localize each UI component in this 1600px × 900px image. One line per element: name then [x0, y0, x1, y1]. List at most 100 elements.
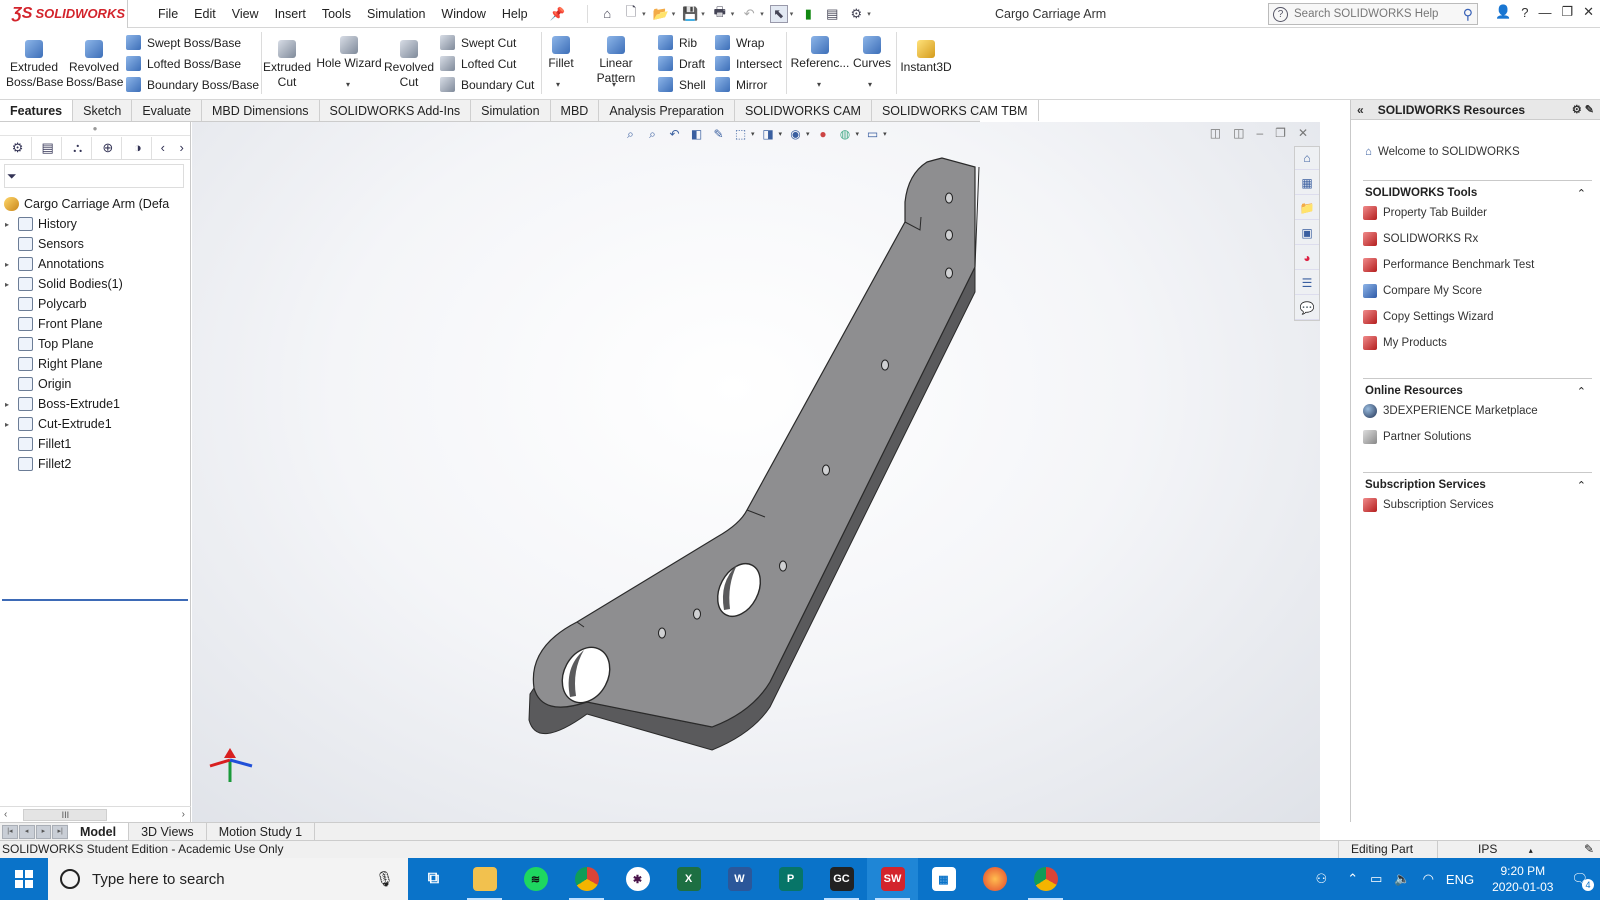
pane-options-icon[interactable]: ⚙ ✎ [1572, 103, 1594, 116]
tab-evaluate[interactable]: Evaluate [132, 100, 202, 121]
wifi-icon[interactable]: ◠ [1423, 871, 1434, 887]
rib-button[interactable]: Rib [658, 35, 697, 50]
open-folder-icon[interactable]: 📂 [652, 5, 670, 23]
curves-button[interactable]: Curves [851, 36, 893, 71]
user-icon[interactable]: 👤 [1495, 4, 1511, 20]
instant3d-button[interactable]: Instant3D [898, 40, 954, 75]
tree-item-front-plane[interactable]: Front Plane [0, 314, 190, 334]
unit-system-selector[interactable]: IPS ▴ [1437, 841, 1552, 859]
swept-boss-button[interactable]: Swept Boss/Base [126, 35, 241, 50]
tab-mbd-dimensions[interactable]: MBD Dimensions [202, 100, 320, 121]
tree-item-cut-extrude1[interactable]: ▸ Cut-Extrude1 [0, 414, 190, 434]
file-properties-icon[interactable]: ▤ [823, 5, 841, 23]
first-tab-icon[interactable]: |◂ [2, 824, 18, 839]
solidworks-app[interactable]: SW [867, 858, 918, 900]
shell-button[interactable]: Shell [658, 77, 706, 92]
tree-item-material[interactable]: Polycarb [0, 294, 190, 314]
menu-edit[interactable]: Edit [186, 0, 224, 28]
chevron-down-icon[interactable]: ▾ [760, 10, 764, 18]
forum-icon[interactable]: 💬 [1295, 297, 1319, 320]
property-manager-icon[interactable]: ▤ [34, 136, 63, 159]
draft-button[interactable]: Draft [658, 56, 705, 71]
extruded-boss-button[interactable]: Extruded Boss/Base [6, 40, 63, 90]
chevron-down-icon[interactable]: ▾ [701, 10, 705, 18]
calculator-app[interactable]: ▦ [918, 858, 969, 900]
linear-pattern-button[interactable]: Linear Pattern [580, 36, 652, 86]
tab-solidworks-cam-tbm[interactable]: SOLIDWORKS CAM TBM [872, 100, 1039, 121]
tab-3d-views[interactable]: 3D Views [129, 822, 207, 841]
chevron-down-icon[interactable]: ▾ [642, 10, 646, 18]
chevron-down-icon[interactable]: ▾ [672, 10, 676, 18]
help-question-icon[interactable]: ? [1521, 5, 1528, 20]
wrap-button[interactable]: Wrap [715, 35, 764, 50]
chevron-down-icon[interactable]: ▾ [868, 80, 872, 89]
panel-grip[interactable]: ● [0, 122, 190, 136]
boundary-cut-button[interactable]: Boundary Cut [440, 77, 534, 92]
menu-file[interactable]: File [150, 0, 186, 28]
clock[interactable]: 9:20 PM 2020-01-03 [1492, 863, 1553, 895]
expand-arrow-icon[interactable]: ▸ [0, 400, 14, 409]
tree-root-part[interactable]: Cargo Carriage Arm (Defa [0, 194, 190, 214]
link-partner-solutions[interactable]: Partner Solutions [1363, 424, 1592, 450]
menu-simulation[interactable]: Simulation [359, 0, 433, 28]
boundary-boss-button[interactable]: Boundary Boss/Base [126, 77, 259, 92]
tree-item-sensors[interactable]: Sensors [0, 234, 190, 254]
language-indicator[interactable]: ENG [1446, 872, 1474, 887]
print-icon[interactable]: 🖶 [711, 4, 729, 23]
chevron-right-icon[interactable]: › [182, 809, 185, 820]
gc-app[interactable]: GC [816, 858, 867, 900]
tree-item-origin[interactable]: Origin [0, 374, 190, 394]
chevron-down-icon[interactable]: ▾ [556, 80, 560, 89]
excel-app[interactable]: X [663, 858, 714, 900]
tab-features[interactable]: Features [0, 100, 74, 121]
design-library-icon[interactable]: ▦ [1295, 172, 1319, 195]
people-icon[interactable]: ⚇ [1316, 871, 1328, 887]
chevron-down-icon[interactable]: ▾ [612, 80, 616, 89]
chevron-left-icon[interactable]: ‹ [4, 809, 7, 820]
tree-item-annotations[interactable]: ▸ Annotations [0, 254, 190, 274]
search-icon[interactable]: ⚲ [1463, 6, 1473, 23]
hole-wizard-button[interactable]: Hole Wizard [316, 36, 382, 71]
chevron-down-icon[interactable]: ▾ [731, 10, 735, 18]
task-view-button[interactable]: ⧉ [408, 858, 459, 900]
help-search-input[interactable]: ? Search SOLIDWORKS Help ⚲ [1268, 3, 1478, 25]
extruded-cut-button[interactable]: Extruded Cut [262, 40, 312, 90]
tab-solidworks-cam[interactable]: SOLIDWORKS CAM [735, 100, 872, 121]
link-property-tab-builder[interactable]: Property Tab Builder [1363, 200, 1592, 226]
link-3dexperience-marketplace[interactable]: 3DEXPERIENCE Marketplace [1363, 398, 1592, 424]
custom-properties-icon[interactable]: ☰ [1295, 272, 1319, 295]
reference-geometry-button[interactable]: Referenc... [790, 36, 850, 71]
chevron-down-icon[interactable]: ▾ [867, 10, 871, 18]
rollback-bar[interactable] [2, 599, 188, 601]
firefox-app[interactable] [969, 858, 1020, 900]
file-explorer-icon[interactable]: 📁 [1295, 197, 1319, 220]
tree-item-solid-bodies[interactable]: ▸ Solid Bodies(1) [0, 274, 190, 294]
chrome-app[interactable] [561, 858, 612, 900]
lofted-boss-button[interactable]: Lofted Boss/Base [126, 56, 241, 71]
notifications-icon[interactable]: 🗨 4 [1571, 871, 1594, 891]
previous-tab-icon[interactable]: ◂ [18, 824, 35, 839]
scroll-thumb[interactable]: III [23, 808, 108, 821]
link-solidworks-rx[interactable]: SOLIDWORKS Rx [1363, 226, 1592, 252]
tree-item-top-plane[interactable]: Top Plane [0, 334, 190, 354]
save-icon[interactable]: 💾 [681, 5, 699, 23]
select-cursor-icon[interactable]: ⬉ [769, 4, 788, 23]
lofted-cut-button[interactable]: Lofted Cut [440, 56, 516, 71]
start-button[interactable] [0, 858, 48, 900]
expand-arrow-icon[interactable]: ▸ [0, 280, 14, 289]
tab-analysis-preparation[interactable]: Analysis Preparation [599, 100, 735, 121]
menu-window[interactable]: Window [433, 0, 493, 28]
link-my-products[interactable]: My Products [1363, 330, 1592, 356]
close-icon[interactable]: ✕ [1583, 4, 1594, 20]
view-palette-icon[interactable]: ▣ [1295, 222, 1319, 245]
tab-motion-study-1[interactable]: Motion Study 1 [207, 822, 316, 841]
tab-simulation[interactable]: Simulation [471, 100, 551, 121]
traffic-light-icon[interactable]: ▮ [799, 5, 817, 23]
cargo-carriage-arm-model[interactable] [192, 122, 1320, 822]
swept-cut-button[interactable]: Swept Cut [440, 35, 516, 50]
taskbar-search-input[interactable]: Type here to search 🎙 [48, 858, 408, 900]
last-tab-icon[interactable]: ▸| [52, 824, 68, 839]
tree-item-fillet1[interactable]: Fillet1 [0, 434, 190, 454]
welcome-link[interactable]: ⌂ Welcome to SOLIDWORKS [1365, 146, 1600, 158]
tree-item-right-plane[interactable]: Right Plane [0, 354, 190, 374]
